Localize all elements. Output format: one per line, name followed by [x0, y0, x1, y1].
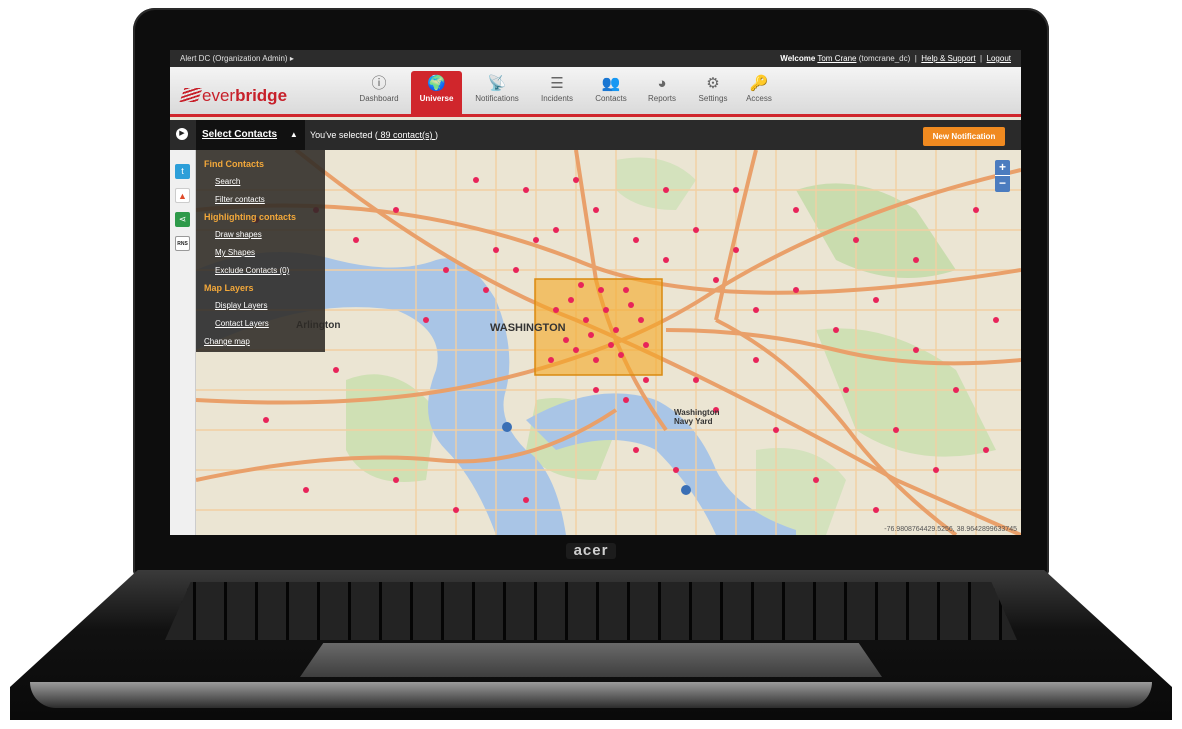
logout-link[interactable]: Logout: [987, 54, 1011, 63]
zoom-control: + −: [995, 160, 1010, 192]
everbridge-logo[interactable]: everbridge: [179, 86, 288, 106]
menu-item-contact-layers[interactable]: Contact Layers: [204, 315, 325, 333]
label-line: Washington: [674, 408, 720, 417]
laptop-brand-logo: acer: [566, 543, 616, 559]
menu-heading-find: Find Contacts: [204, 159, 264, 169]
selected-count-link[interactable]: 89 contact(s): [378, 130, 435, 140]
screen: Alert DC (Organization Admin) ▸ Welcome …: [170, 50, 1021, 535]
arcgis-icon[interactable]: ▲: [175, 188, 190, 203]
menu-heading-map-layers: Map Layers: [204, 283, 254, 293]
share-icon[interactable]: ⋖: [175, 212, 190, 227]
coordinates-readout: -76.9808764429.5256, 38.9642899633745: [884, 526, 1017, 533]
list-icon: ☰: [550, 75, 564, 92]
tab-label: Access: [746, 94, 772, 103]
top-bar: Alert DC (Organization Admin) ▸ Welcome …: [170, 50, 1021, 67]
separator: |: [980, 54, 983, 63]
zoom-out-button[interactable]: −: [995, 175, 1010, 191]
separator: |: [914, 54, 917, 63]
user-id: (tomcrane_dc): [858, 54, 911, 63]
globe-icon: 🌍: [427, 75, 446, 92]
select-contacts-button[interactable]: Select Contacts ▲: [196, 120, 305, 150]
tab-incidents[interactable]: ☰ Incidents: [532, 71, 582, 114]
menu-item-search[interactable]: Search: [204, 173, 325, 191]
play-icon[interactable]: ▶: [176, 128, 188, 140]
broadcast-icon: 📡: [487, 75, 507, 92]
menu-heading-highlighting: Highlighting contacts: [204, 212, 296, 222]
map-label-washington: WASHINGTON: [490, 322, 566, 334]
zoom-in-button[interactable]: +: [995, 160, 1010, 175]
select-contacts-label: Select Contacts: [202, 129, 278, 140]
selection-prefix: You've selected (: [310, 130, 378, 140]
key-icon: 🔑: [749, 75, 769, 92]
rns-icon[interactable]: RNS: [175, 236, 190, 251]
twitter-icon[interactable]: t: [175, 164, 190, 179]
menu-item-change-map[interactable]: Change map: [204, 333, 325, 350]
tab-label: Contacts: [595, 94, 627, 103]
tab-universe[interactable]: 🌍 Universe: [411, 71, 462, 114]
sub-toolbar: ▶ Select Contacts ▲ You've selected ( 89…: [170, 120, 1021, 150]
tab-dashboard[interactable]: ⓘ Dashboard: [350, 71, 408, 114]
tab-label: Settings: [698, 94, 728, 103]
menu-item-my-shapes[interactable]: My Shapes: [204, 244, 325, 262]
logo-text-b: bridge: [235, 86, 288, 105]
map-label-navy-yard: Washington Navy Yard: [674, 408, 719, 426]
pie-chart-icon: ◕: [657, 75, 667, 92]
label-line: Navy Yard: [674, 417, 713, 426]
laptop-front-edge: [30, 682, 1152, 708]
menu-item-exclude-contacts[interactable]: Exclude Contacts (0): [204, 262, 325, 280]
user-link[interactable]: Tom Crane: [817, 54, 856, 63]
top-links: Welcome Tom Crane (tomcrane_dc) | Help &…: [780, 50, 1011, 67]
contacts-icon: 👥: [601, 75, 621, 92]
gear-icon: ⚙: [706, 75, 720, 92]
main-nav: everbridge ⓘ Dashboard 🌍 Universe 📡 Noti…: [170, 67, 1021, 117]
tab-settings[interactable]: ⚙ Settings: [690, 71, 736, 114]
tab-label: Universe: [419, 94, 454, 103]
tab-access[interactable]: 🔑 Access: [738, 71, 780, 114]
everbridge-mark-icon: [179, 88, 203, 102]
select-contacts-menu: Find Contacts Search Filter contacts Hig…: [196, 150, 325, 352]
tab-notifications[interactable]: 📡 Notifications: [467, 71, 527, 114]
org-switcher[interactable]: Alert DC (Organization Admin) ▸: [180, 50, 294, 67]
logo-text-a: ever: [202, 86, 236, 105]
tab-reports[interactable]: ◕ Reports: [639, 71, 685, 114]
new-notification-button[interactable]: New Notification: [923, 127, 1005, 146]
dashboard-icon: ⓘ: [371, 75, 387, 92]
keyboard: [165, 582, 1017, 640]
tab-contacts[interactable]: 👥 Contacts: [586, 71, 636, 114]
selection-suffix: ): [434, 130, 438, 140]
caret-up-icon: ▲: [289, 130, 298, 139]
tab-label: Dashboard: [359, 94, 399, 103]
selection-summary: You've selected ( 89 contact(s) ): [310, 120, 438, 150]
left-toolbar: t ▲ ⋖ RNS: [170, 150, 196, 535]
help-link[interactable]: Help & Support: [921, 54, 975, 63]
tab-label: Reports: [647, 94, 676, 103]
menu-item-draw-shapes[interactable]: Draw shapes: [204, 226, 325, 244]
welcome-text: Welcome: [780, 54, 816, 63]
tab-label: Incidents: [540, 94, 574, 103]
tab-label: Notifications: [475, 94, 519, 103]
trackpad: [300, 643, 882, 677]
menu-item-display-layers[interactable]: Display Layers: [204, 297, 325, 315]
menu-item-filter-contacts[interactable]: Filter contacts: [204, 191, 325, 209]
